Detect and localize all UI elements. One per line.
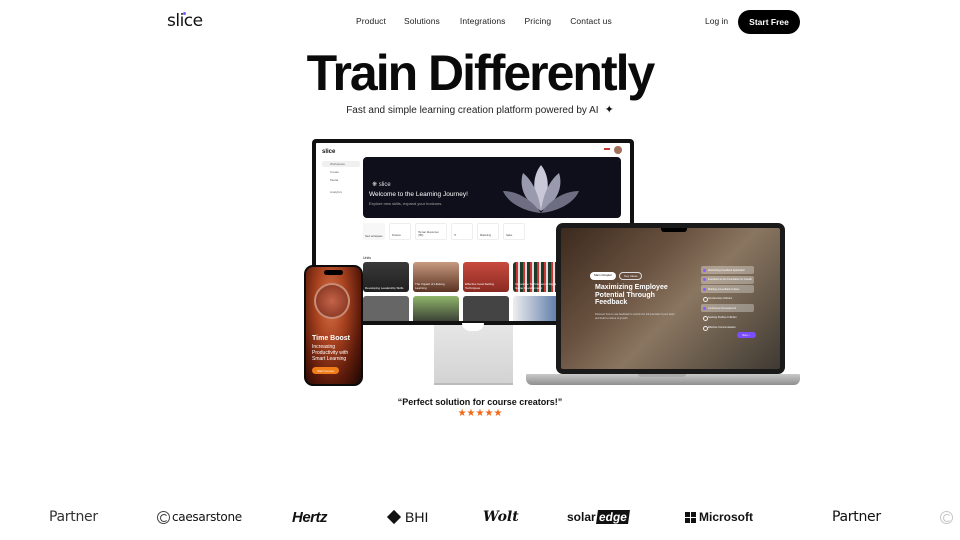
phone-screen: Time Boost Increasing Productivity with …	[306, 267, 361, 384]
main-menu: Product Solutions Integrations Pricing C…	[356, 16, 630, 26]
solaredge-logo: solar edge	[567, 505, 630, 529]
microsoft-windows-icon	[685, 511, 696, 523]
caesarstone-logo: caesarstone	[157, 505, 242, 529]
solaredge-edge-mark: edge	[595, 510, 630, 524]
nav-contact-us[interactable]: Contact us	[570, 16, 612, 26]
flag-icon[interactable]	[604, 148, 610, 152]
unit-card[interactable]: Effective Goal-Setting Techniques	[463, 262, 509, 292]
unit-card[interactable]: Developing Leadership Skills	[363, 262, 409, 292]
caesarstone-logo-faded	[940, 505, 955, 529]
microsoft-logo: Microsoft	[685, 505, 753, 529]
next-button[interactable]: Next →	[737, 332, 756, 338]
subtitle-text: Fast and simple learning creation platfo…	[346, 105, 599, 116]
chapter-item[interactable]: Constructive Criticism	[701, 295, 754, 303]
avatar[interactable]	[614, 146, 622, 154]
workspace-card[interactable]: New workspace	[363, 223, 385, 240]
sidebar-item-create[interactable]: Create	[322, 169, 360, 175]
partner-logo-text: Partner	[832, 509, 881, 525]
sidebar-item-analytics[interactable]: Analytics	[322, 189, 360, 195]
bhi-logo: BHI	[386, 505, 429, 529]
laptop-screen: Main Chapter Key Ideas Maximizing Employ…	[561, 228, 780, 369]
chapter-item[interactable]: Seeking Positive Criticism	[701, 314, 754, 322]
chapter-item[interactable]: Building a Feedback Culture	[701, 285, 754, 293]
microsoft-text: Microsoft	[699, 510, 753, 524]
bhi-text: BHI	[405, 509, 429, 525]
unit-card[interactable]: Innovative Techniques in Digital Game De…	[513, 262, 559, 292]
nav-solutions[interactable]: Solutions	[404, 16, 440, 26]
slice-logo[interactable]: slice	[167, 11, 203, 31]
chapter-list: Maximizing Feedback Application Feedback…	[701, 266, 754, 333]
wolt-logo: Wolt	[483, 505, 519, 529]
hertz-logo: Hertz	[292, 505, 328, 529]
watch-image	[314, 283, 350, 319]
star-rating: ★★★★★	[457, 408, 503, 419]
nav-integrations[interactable]: Integrations	[460, 16, 506, 26]
partner-logo: Partner	[832, 505, 881, 529]
diamond-icon	[386, 509, 402, 525]
hero-subtitle: Fast and simple learning creation platfo…	[0, 103, 960, 116]
partner-logo: Partner	[49, 505, 98, 529]
nav-pricing[interactable]: Pricing	[525, 16, 552, 26]
chapter-item[interactable]: Feedback as the Foundation for Growth	[701, 275, 754, 284]
workspace-list: New workspace Finance Human Resources (H…	[363, 223, 525, 240]
start-course-button[interactable]: Start Course	[312, 367, 339, 374]
top-navigation: slice Product Solutions Integrations Pri…	[0, 0, 960, 44]
units-grid: Developing Leadership Skills The Impact …	[363, 262, 559, 321]
workspace-card[interactable]: Human Resources (HR)	[415, 223, 447, 240]
wolt-text: Wolt	[483, 509, 519, 525]
hero-title: Train Differently	[306, 45, 656, 101]
solaredge-text: solar	[567, 510, 596, 524]
lotus-image	[503, 165, 579, 213]
workspace-card[interactable]: IT	[451, 223, 473, 240]
partner-logos-carousel: Partner caesarstone Hertz BHI Wolt solar…	[0, 505, 960, 529]
banner-title: Welcome to the Learning Journey!	[369, 191, 468, 198]
hertz-text: Hertz	[292, 508, 328, 526]
chapter-item[interactable]: Effective Communication	[701, 323, 754, 331]
laptop-base	[526, 374, 800, 385]
unit-card[interactable]	[413, 296, 459, 321]
course-description: Discover how to use feedback to unlock t…	[595, 313, 675, 320]
workspace-card[interactable]: Sales	[503, 223, 525, 240]
start-free-button[interactable]: Start Free	[738, 10, 800, 34]
phone-course-subtitle: Increasing Productivity with Smart Learn…	[312, 344, 349, 362]
sidebar-item-workspace[interactable]: Workspace	[322, 161, 360, 167]
testimonial-quote: “Perfect solution for course creators!”	[397, 397, 563, 407]
phone-course-title: Time Boost	[312, 335, 350, 342]
badge-key-ideas[interactable]: Key Ideas	[619, 272, 643, 280]
laptop-base-notch	[638, 374, 686, 377]
chapter-item[interactable]: Maximizing Feedback Application	[701, 266, 754, 274]
logo-accent-dot	[183, 12, 186, 15]
badge-main-chapter[interactable]: Main Chapter	[590, 272, 617, 280]
laptop-notch	[661, 228, 687, 232]
banner-subtitle: Explore new skills, expand your horizons…	[369, 201, 443, 206]
unit-card[interactable]: The Impact of Lifelong Learning	[413, 262, 459, 292]
unit-card[interactable]: Understanding Security	[363, 296, 409, 321]
app-logo: slice	[322, 149, 336, 155]
welcome-banner: ❋ slice Welcome to the Learning Journey!…	[363, 157, 621, 218]
caesarstone-icon	[157, 510, 170, 524]
banner-logo: ❋ slice	[372, 182, 391, 188]
laptop-mockup: Main Chapter Key Ideas Maximizing Employ…	[556, 223, 785, 374]
chapter-item[interactable]: Continuous Development	[701, 304, 754, 312]
partner-logo-text: Partner	[49, 509, 98, 525]
caesarstone-text: caesarstone	[172, 510, 242, 524]
chapter-badges: Main Chapter Key Ideas	[590, 272, 643, 280]
monitor-stand	[434, 323, 513, 385]
sparkle-icon: ✦	[604, 104, 614, 116]
dynamic-island	[324, 270, 343, 275]
unit-card[interactable]	[463, 296, 509, 321]
unit-card[interactable]	[513, 296, 559, 321]
stand-notch	[462, 323, 484, 331]
workspace-card[interactable]: Finance	[389, 223, 411, 240]
sidebar-item-media[interactable]: Media	[322, 177, 360, 183]
phone-mockup: Time Boost Increasing Productivity with …	[304, 265, 363, 386]
units-label: Units	[363, 256, 371, 260]
caesarstone-icon	[940, 510, 953, 524]
nav-product[interactable]: Product	[356, 16, 386, 26]
login-link[interactable]: Log in	[705, 16, 728, 26]
workspace-card[interactable]: Marketing	[477, 223, 499, 240]
course-title: Maximizing Employee Potential Through Fe…	[595, 284, 668, 306]
